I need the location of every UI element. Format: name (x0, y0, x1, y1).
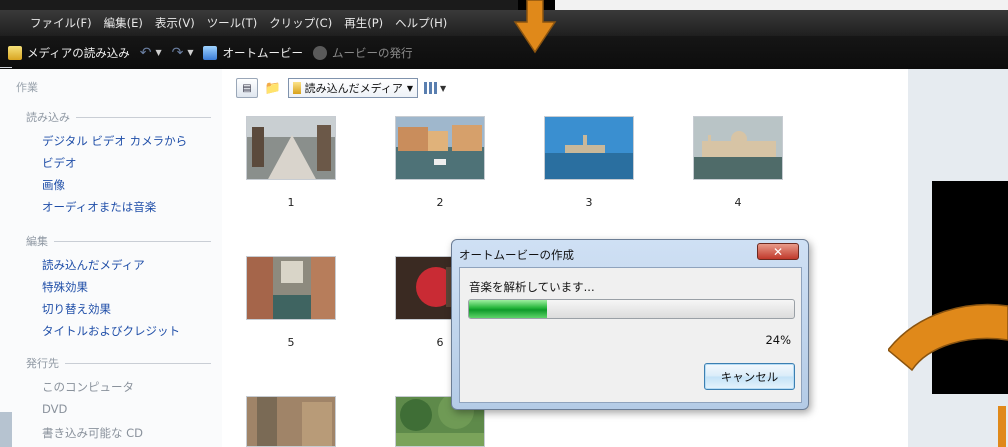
media-thumbnail[interactable] (693, 116, 783, 180)
left-divider (0, 67, 12, 68)
thumbnail-image (694, 117, 782, 179)
dialog-body: 音楽を解析しています... 24% キャンセル (459, 267, 802, 403)
arrow-annotation-icon (513, 0, 557, 54)
link-titles-credits[interactable]: タイトルおよびクレジット (42, 323, 180, 339)
link-this-computer[interactable]: このコンピュータ (42, 379, 134, 395)
link-video[interactable]: ビデオ (42, 155, 77, 171)
collection-select-value: 読み込んだメディア (304, 82, 403, 95)
cancel-button[interactable]: キャンセル (704, 363, 795, 390)
chevron-down-icon: ▼ (440, 83, 447, 93)
menu-bar: ファイル(F) 編集(E) 表示(V) ツール(T) クリップ(C) 再生(P)… (0, 10, 1008, 36)
menu-view[interactable]: 表示(V) (155, 15, 195, 31)
link-effects[interactable]: 特殊効果 (42, 279, 88, 295)
status-message: 音楽を解析しています... (469, 280, 595, 294)
task-pane: 作業 読み込み デジタル ビデオ カメラから ビデオ 画像 オーディオまたは音楽… (0, 69, 222, 447)
thumbnail-label: 4 (734, 196, 742, 209)
link-recordable-cd[interactable]: 書き込み可能な CD (42, 425, 143, 441)
menu-file[interactable]: ファイル(F) (30, 15, 92, 31)
thumbnail-image (396, 117, 484, 179)
automovie-icon (203, 45, 218, 60)
media-thumbnail[interactable] (544, 116, 634, 180)
main-toolbar: メディアの読み込み ↶ ▼ ↷ ▼ オートムービー ムービーの発行 (0, 36, 1008, 69)
dialog-title: オートムービーの作成 (459, 248, 574, 262)
section-publish-heading: 発行先 (26, 355, 211, 371)
import-icon (8, 45, 22, 60)
media-thumbnail[interactable] (246, 396, 336, 447)
thumbnail-image (247, 257, 335, 319)
left-edge-block (0, 412, 12, 447)
section-edit-heading: 編集 (26, 233, 211, 249)
progress-percent: 24% (765, 333, 791, 347)
divider (54, 240, 211, 242)
automovie-label: オートムービー (222, 45, 303, 60)
thumbnail-label: 1 (287, 196, 295, 209)
divider (65, 362, 211, 364)
view-options-button[interactable]: ▼ (424, 82, 446, 94)
menu-help[interactable]: ヘルプ(H) (395, 15, 447, 31)
task-pane-toggle-icon[interactable]: ▤ (236, 78, 258, 98)
top-strip (0, 0, 1008, 10)
close-button[interactable]: ✕ (757, 243, 799, 260)
thumbnail-image (545, 117, 633, 179)
automovie-button[interactable]: オートムービー (203, 45, 303, 61)
thumbnail-label: 3 (585, 196, 593, 209)
thumbnail-label: 2 (436, 196, 444, 209)
redo-icon[interactable]: ↷ (172, 45, 184, 61)
menu-play[interactable]: 再生(P) (344, 15, 383, 31)
import-media-label: メディアの読み込み (27, 45, 130, 60)
thumbnail-image (247, 397, 335, 446)
publish-icon (312, 45, 327, 60)
section-edit-label: 編集 (26, 235, 48, 248)
view-grid-icon (424, 82, 438, 94)
task-pane-title: 作業 (16, 81, 38, 94)
link-imported-media[interactable]: 読み込んだメディア (42, 257, 145, 273)
menu-edit[interactable]: 編集(E) (104, 15, 143, 31)
redo-dropdown-icon[interactable]: ▼ (187, 48, 193, 57)
link-transitions[interactable]: 切り替え効果 (42, 301, 111, 317)
undo-icon[interactable]: ↶ (140, 45, 152, 61)
content-toolbar: ▤ 📁 読み込んだメディア ▼ ▼ (236, 77, 446, 99)
media-thumbnail[interactable] (395, 116, 485, 180)
top-white-area (555, 0, 1008, 10)
section-import-heading: 読み込み (26, 109, 211, 125)
thumbnail-label: 5 (287, 336, 295, 349)
divider (76, 116, 211, 118)
progress-bar (468, 299, 795, 319)
curved-arrow-annotation-icon (888, 303, 1008, 447)
menu-tools[interactable]: ツール(T) (207, 15, 258, 31)
link-from-dv-camera[interactable]: デジタル ビデオ カメラから (42, 133, 187, 149)
collection-icon (293, 82, 301, 94)
media-thumbnail[interactable] (246, 116, 336, 180)
thumbnail-image (247, 117, 335, 179)
undo-dropdown-icon[interactable]: ▼ (155, 48, 161, 57)
section-publish-label: 発行先 (26, 357, 59, 370)
chevron-down-icon: ▼ (406, 83, 413, 93)
publish-movie-button[interactable]: ムービーの発行 (312, 45, 413, 61)
import-media-button[interactable]: メディアの読み込み (8, 45, 130, 61)
link-dvd[interactable]: DVD (42, 402, 67, 416)
media-thumbnail[interactable] (246, 256, 336, 320)
close-icon: ✕ (772, 244, 784, 259)
link-images[interactable]: 画像 (42, 177, 65, 193)
menu-clip[interactable]: クリップ(C) (269, 15, 332, 31)
folder-up-icon[interactable]: 📁 (264, 80, 282, 96)
automovie-progress-dialog: オートムービーの作成 ✕ 音楽を解析しています... 24% キャンセル (451, 239, 809, 410)
section-import-label: 読み込み (26, 111, 70, 124)
progress-bar-fill (469, 300, 547, 318)
publish-movie-label: ムービーの発行 (331, 45, 413, 60)
collection-select[interactable]: 読み込んだメディア ▼ (288, 78, 418, 98)
link-audio-music[interactable]: オーディオまたは音楽 (42, 199, 156, 215)
